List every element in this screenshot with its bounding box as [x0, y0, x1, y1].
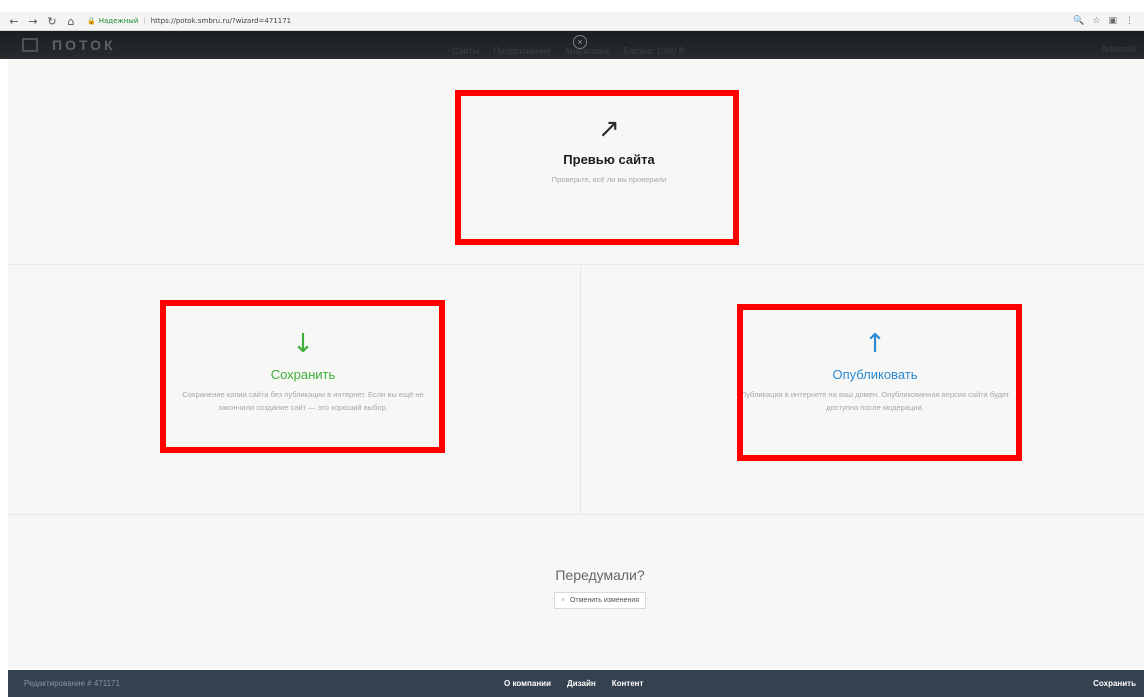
logo-text: ПОТОК [52, 37, 116, 53]
divider [8, 514, 1144, 515]
bookmark-star-icon[interactable]: ☆ [1092, 16, 1100, 26]
close-icon: × [560, 597, 566, 604]
header-nav: Сайты Продвижение Аналитика Баланс 1000 … [452, 31, 685, 59]
editing-status: Редактирование # 471171 [24, 679, 120, 688]
footer-nav: О компании Дизайн Контент [504, 670, 643, 697]
footer-nav-design[interactable]: Дизайн [567, 679, 596, 688]
editor-footer: Редактирование # 471171 О компании Дизай… [8, 670, 1144, 697]
footer-save-button[interactable]: Сохранить [1093, 670, 1136, 697]
back-arrow-icon[interactable]: ← [6, 13, 22, 29]
cancel-section: Передумали? × Отменить изменения [480, 567, 720, 609]
logo-icon [22, 38, 38, 52]
user-name[interactable]: Алексей [1101, 44, 1136, 54]
zoom-icon[interactable]: 🔍 [1073, 16, 1084, 26]
nav-item-analytics[interactable]: Аналитика [565, 46, 610, 56]
logo[interactable]: ПОТОК [22, 37, 116, 53]
browser-actions: 🔍 ☆ ▣ ⋮ [1073, 16, 1134, 26]
cancel-title: Передумали? [555, 567, 645, 583]
cancel-changes-label: Отменить изменения [569, 597, 640, 604]
footer-nav-content[interactable]: Контент [612, 679, 644, 688]
nav-item-promotion[interactable]: Продвижение [493, 46, 550, 56]
nav-item-sites[interactable]: Сайты [452, 46, 479, 56]
highlight-box-preview [455, 90, 739, 245]
url-text: https://potok.smbru.ru/?wizard=471171 [150, 17, 292, 25]
url-separator: | [143, 17, 146, 25]
reload-icon[interactable]: ↻ [44, 13, 60, 29]
home-icon[interactable]: ⌂ [63, 13, 79, 29]
divider [8, 264, 1144, 265]
highlight-box-save [160, 300, 445, 453]
menu-icon[interactable]: ⋮ [1125, 16, 1134, 26]
close-icon[interactable]: × [573, 35, 587, 49]
extension-icon[interactable]: ▣ [1108, 16, 1117, 26]
forward-arrow-icon[interactable]: → [25, 13, 41, 29]
secure-label: Надежный [98, 17, 139, 25]
lock-icon: 🔒 [87, 17, 96, 25]
site-header: ПОТОК Сайты Продвижение Аналитика Баланс… [0, 31, 1144, 59]
cancel-changes-button[interactable]: × Отменить изменения [553, 592, 647, 609]
caption-strip [0, 0, 1144, 12]
highlight-box-publish [737, 304, 1022, 461]
browser-toolbar: ← → ↻ ⌂ 🔒 Надежный | https://potok.smbru… [0, 12, 1144, 31]
nav-item-balance[interactable]: Баланс 1000 Р [623, 46, 685, 56]
footer-nav-company[interactable]: О компании [504, 679, 551, 688]
divider [580, 264, 581, 514]
address-bar[interactable]: 🔒 Надежный | https://potok.smbru.ru/?wiz… [87, 17, 291, 25]
